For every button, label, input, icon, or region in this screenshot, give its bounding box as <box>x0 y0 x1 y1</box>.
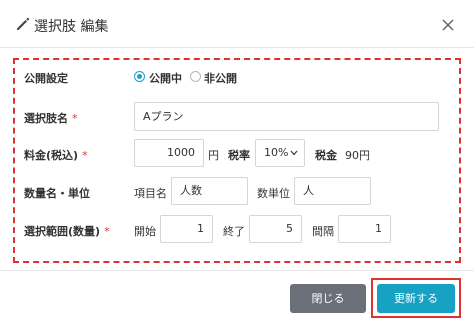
item-name-input[interactable]: 人数 <box>171 177 248 205</box>
price-unit: 円 <box>208 149 219 162</box>
range-start-input[interactable]: 1 <box>160 215 213 243</box>
option-name-input[interactable]: Aプラン <box>134 102 439 131</box>
radio-private[interactable] <box>190 71 201 82</box>
close-icon[interactable] <box>440 17 456 33</box>
range-start-label: 開始 <box>134 225 156 238</box>
unit-input[interactable]: 人 <box>294 177 371 205</box>
tax-rate-label: 税率 <box>228 149 250 162</box>
range-label: 選択範囲(数量) * <box>24 225 110 238</box>
tax-amount-label: 税金 <box>315 149 337 162</box>
required-mark: * <box>82 149 88 162</box>
publish-setting-label: 公開設定 <box>24 72 68 85</box>
pencil-icon <box>17 17 30 30</box>
radio-private-label[interactable]: 非公開 <box>204 70 237 86</box>
range-interval-input[interactable]: 1 <box>338 215 391 243</box>
range-end-input[interactable]: 5 <box>249 215 302 243</box>
chevron-down-icon <box>290 150 298 156</box>
required-mark: * <box>72 112 78 125</box>
update-button-highlight: 更新する <box>371 278 461 318</box>
range-interval-label: 間隔 <box>312 225 334 238</box>
tax-rate-select[interactable]: 10% <box>255 139 305 167</box>
range-end-label: 終了 <box>223 225 245 238</box>
option-name-label: 選択肢名 * <box>24 112 78 125</box>
tax-amount-value: 90円 <box>345 149 370 162</box>
modal-header: 選択肢 編集 <box>0 0 474 48</box>
tax-rate-value: 10% <box>264 146 289 159</box>
update-button[interactable]: 更新する <box>377 284 455 313</box>
unit-label: 数単位 <box>257 187 290 200</box>
edit-option-modal: 選択肢 編集 公開設定 公開中 非公開 選択肢名 * Aプラン 料金(税込) * 1… <box>0 0 474 331</box>
required-mark: * <box>104 225 110 238</box>
price-label: 料金(税込) * <box>24 149 88 162</box>
radio-public[interactable] <box>134 71 145 82</box>
item-name-label: 項目名 <box>134 187 167 200</box>
footer-divider <box>0 270 474 271</box>
quantity-label: 数量名・単位 <box>24 187 90 200</box>
close-button[interactable]: 閉じる <box>290 284 366 313</box>
radio-public-label[interactable]: 公開中 <box>149 70 182 86</box>
price-input[interactable]: 1000 <box>134 139 204 167</box>
modal-title: 選択肢 編集 <box>34 19 109 35</box>
